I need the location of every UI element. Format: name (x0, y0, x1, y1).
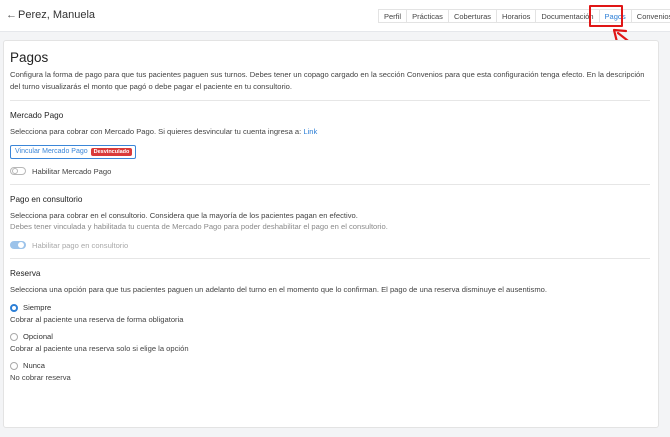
tab-horarios[interactable]: Horarios (496, 9, 536, 23)
consultorio-toggle-row: Habilitar pago en consultorio (10, 241, 650, 250)
tab-bar: Perfil Prácticas Coberturas Horarios Doc… (378, 9, 670, 23)
reserva-option-opcional[interactable]: Opcional Cobrar al paciente una reserva … (10, 332, 650, 353)
tab-perfil[interactable]: Perfil (378, 9, 407, 23)
patient-name: Perez, Manuela (18, 9, 96, 21)
status-badge: Desvinculado (90, 147, 133, 156)
consultorio-section: Pago en consultorio Selecciona para cobr… (10, 195, 650, 250)
consultorio-toggle[interactable] (10, 241, 26, 249)
link-mercado-pago-button[interactable]: Vincular Mercado Pago Desvinculado (10, 144, 137, 159)
radio-nunca-label: Nunca (23, 361, 45, 370)
tab-convenios[interactable]: Convenios (630, 9, 670, 23)
mercado-pago-toggle[interactable] (10, 167, 26, 175)
reserva-option-nunca[interactable]: Nunca No cobrar reserva (10, 361, 650, 382)
mercado-pago-instructions: Selecciona para cobrar con Mercado Pago.… (10, 127, 302, 136)
radio-opcional-label: Opcional (23, 332, 53, 341)
reserva-option-siempre[interactable]: Siempre Cobrar al paciente una reserva d… (10, 303, 650, 324)
reserva-text: Selecciona una opción para que tus pacie… (10, 284, 547, 294)
link-mercado-pago-label: Vincular Mercado Pago (15, 148, 88, 155)
radio-siempre-label: Siempre (23, 303, 52, 312)
radio-opcional-desc: Cobrar al paciente una reserva solo si e… (10, 344, 189, 353)
mercado-pago-toggle-row: Habilitar Mercado Pago (10, 167, 650, 176)
radio-nunca[interactable] (10, 361, 18, 370)
divider (10, 100, 650, 101)
reserva-section: Reserva Selecciona una opción para que t… (10, 268, 650, 382)
payments-card: Pagos Configura la forma de pago para qu… (3, 40, 659, 428)
radio-nunca-desc: No cobrar reserva (10, 373, 71, 382)
radio-opcional[interactable] (10, 332, 18, 341)
radio-siempre-desc: Cobrar al paciente una reserva de forma … (10, 315, 184, 324)
highlight-box (589, 5, 623, 27)
reserva-title: Reserva (10, 268, 41, 278)
page-title: Pagos (10, 50, 49, 65)
tab-coberturas[interactable]: Coberturas (447, 9, 497, 23)
consultorio-title: Pago en consultorio (10, 194, 83, 204)
top-bar: ← Perez, Manuela Perfil Prácticas Cobert… (0, 0, 670, 32)
radio-siempre[interactable] (10, 303, 18, 312)
unlink-link[interactable]: Link (303, 127, 317, 136)
mercado-pago-toggle-label: Habilitar Mercado Pago (32, 166, 112, 176)
mercado-pago-title: Mercado Pago (10, 111, 64, 120)
consultorio-note: Debes tener vinculada y habilitada tu cu… (10, 222, 388, 231)
back-arrow-icon[interactable]: ← (6, 9, 17, 21)
consultorio-toggle-label: Habilitar pago en consultorio (32, 240, 129, 250)
mercado-pago-text: Selecciona para cobrar con Mercado Pago.… (10, 126, 650, 138)
mercado-pago-section: Mercado Pago Selecciona para cobrar con … (10, 111, 650, 176)
page-description: Configura la forma de pago para que tus … (10, 70, 645, 91)
consultorio-text: Selecciona para cobrar en el consultorio… (10, 210, 358, 220)
divider (10, 257, 650, 259)
tab-practicas[interactable]: Prácticas (406, 9, 448, 23)
divider (10, 183, 650, 185)
